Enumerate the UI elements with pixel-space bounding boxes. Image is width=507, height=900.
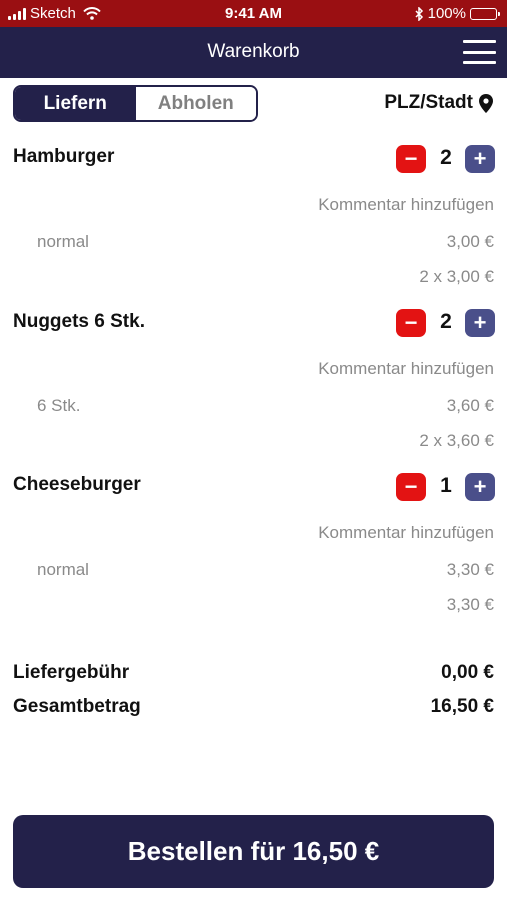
decrease-quantity-button[interactable]: −	[396, 145, 426, 173]
delivery-fee-value: 0,00 €	[441, 662, 494, 683]
increase-quantity-button[interactable]: +	[465, 145, 495, 173]
add-comment-link[interactable]: Kommentar hinzufügen	[318, 523, 494, 543]
status-bar: Sketch 9:41 AM 100%	[0, 0, 507, 27]
item-variant: normal	[37, 232, 89, 251]
total-label: Gesamtbetrag	[13, 696, 141, 717]
add-comment-link[interactable]: Kommentar hinzufügen	[318, 195, 494, 215]
line-total: 2 x 3,60 €	[419, 431, 494, 450]
map-pin-icon	[479, 93, 493, 113]
order-button[interactable]: Bestellen für 16,50 €	[13, 815, 494, 888]
order-button-label: Bestellen für 16,50 €	[127, 836, 380, 866]
location-selector[interactable]: PLZ/Stadt	[384, 92, 493, 114]
delivery-mode-toggle: Liefern Abholen	[13, 85, 258, 122]
line-total: 2 x 3,00 €	[419, 267, 494, 286]
quantity-value: 2	[440, 310, 452, 333]
hamburger-menu-icon[interactable]	[463, 40, 496, 64]
increase-quantity-button[interactable]: +	[465, 473, 495, 501]
increase-quantity-button[interactable]: +	[465, 309, 495, 337]
battery-percent: 100%	[427, 5, 466, 22]
item-variant: 6 Stk.	[37, 396, 81, 415]
item-variant: normal	[37, 560, 89, 579]
battery-icon	[470, 7, 500, 20]
line-total: 3,30 €	[446, 595, 494, 614]
tab-liefern[interactable]: Liefern	[15, 87, 136, 120]
add-comment-link[interactable]: Kommentar hinzufügen	[318, 359, 494, 379]
decrease-quantity-button[interactable]: −	[396, 309, 426, 337]
nav-bar: Warenkorb	[0, 27, 507, 78]
bluetooth-icon	[415, 6, 423, 21]
quantity-value: 2	[440, 146, 452, 169]
cart-item-name: Nuggets 6 Stk.	[13, 311, 145, 332]
decrease-quantity-button[interactable]: −	[396, 473, 426, 501]
quantity-value: 1	[440, 474, 452, 497]
cart-item-name: Cheeseburger	[13, 474, 141, 495]
delivery-fee-label: Liefergebühr	[13, 662, 130, 683]
cart-item-name: Hamburger	[13, 146, 115, 167]
total-value: 16,50 €	[430, 696, 494, 717]
unit-price: 3,00 €	[446, 232, 494, 251]
unit-price: 3,30 €	[446, 560, 494, 579]
page-title: Warenkorb	[207, 41, 300, 62]
unit-price: 3,60 €	[446, 396, 494, 415]
status-right: 100%	[415, 5, 500, 22]
location-label: PLZ/Stadt	[384, 92, 473, 113]
tab-abholen[interactable]: Abholen	[135, 87, 256, 120]
